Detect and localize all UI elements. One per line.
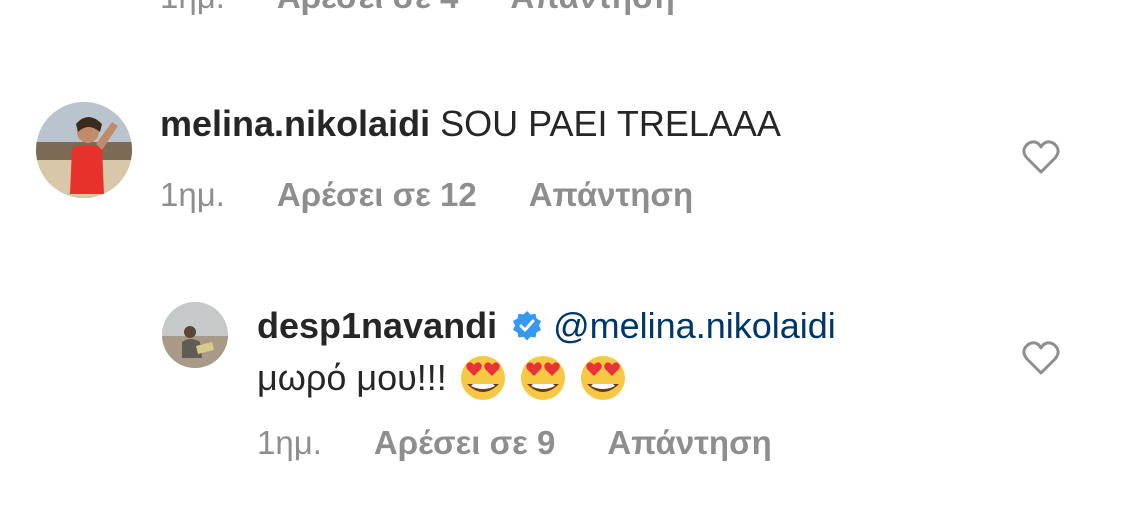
heart-eyes-emoji: [519, 354, 567, 402]
heart-eyes-emoji: [459, 354, 507, 402]
mention-link[interactable]: @melina.nikolaidi: [553, 306, 836, 346]
verified-badge-icon: [511, 310, 543, 342]
comment-time: 1ημ.: [160, 176, 225, 213]
previous-comment-reply-button[interactable]: Απάντηση: [510, 0, 674, 16]
like-heart-icon[interactable]: [1021, 340, 1061, 376]
heart-eyes-emoji: [579, 354, 627, 402]
comment-likes[interactable]: Αρέσει σε 9: [374, 424, 555, 462]
comment-meta: 1ημ. Αρέσει σε 9 Απάντηση: [257, 424, 772, 462]
comment-likes[interactable]: Αρέσει σε 12: [277, 176, 477, 214]
comment-text: μωρό μου!!!: [257, 357, 447, 398]
like-heart-icon[interactable]: [1021, 139, 1061, 175]
previous-comment-time: 1ημ.: [160, 0, 225, 16]
comment-body: melina.nikolaidi SOU PAEI TRELAAA: [160, 104, 781, 144]
comment-username[interactable]: melina.nikolaidi: [160, 103, 430, 144]
avatar[interactable]: [36, 102, 132, 198]
previous-comment-likes[interactable]: Αρέσει σε 4: [277, 0, 458, 16]
reply-header: desp1navandi @melina.nikolaidi: [257, 306, 836, 346]
reply-button[interactable]: Απάντηση: [607, 424, 771, 462]
comment-meta: 1ημ. Αρέσει σε 12 Απάντηση: [160, 176, 693, 214]
comment-time: 1ημ.: [257, 424, 322, 461]
previous-comment-meta: 1ημ. Αρέσει σε 4 Απάντηση: [160, 0, 675, 16]
avatar[interactable]: [162, 302, 228, 368]
comment-username[interactable]: desp1navandi: [257, 306, 497, 346]
reply-body: μωρό μου!!!: [257, 354, 627, 402]
reply-button[interactable]: Απάντηση: [529, 176, 693, 214]
comment-text: SOU PAEI TRELAAA: [440, 103, 781, 144]
